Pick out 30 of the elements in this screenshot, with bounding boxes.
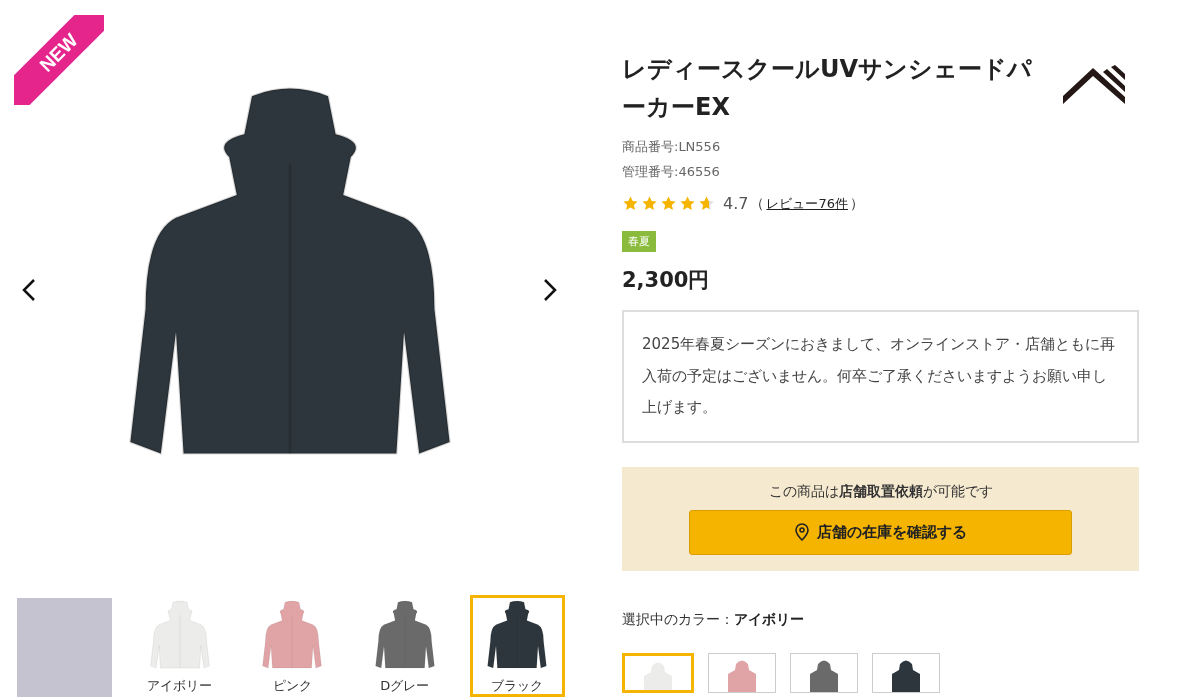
selected-color: アイボリー [734,610,804,629]
store-message: この商品は店舗取置依頼が可能です [768,482,993,501]
color-swatch[interactable] [790,652,858,693]
color-swatch[interactable] [708,652,776,693]
color-label: 選択中のカラー： [622,610,734,629]
star-icon [622,195,639,212]
price: 2,300円 [622,267,711,294]
color-swatch[interactable] [622,652,694,693]
map-pin-icon [794,523,809,541]
product-title: レディースクールUVサンシェードパーカーEX [622,54,1034,123]
chevron-right-icon [543,278,557,302]
parenthesis: （ [750,194,765,213]
star-icon [698,195,715,212]
star-icon [641,195,658,212]
rating-score: 4.7 [723,194,749,213]
thumbnail[interactable]: ブラック [469,595,565,697]
thumbnail[interactable]: ピンク [244,595,340,697]
product-number: 商品番号:LN556 [622,138,722,156]
thumbnail[interactable]: アイボリー [132,595,228,697]
check-stock-button[interactable]: 店舗の在庫を確認する [689,509,1072,555]
thumbnail[interactable]: Dグレー [357,595,453,697]
chevron-left-icon [22,278,36,302]
reviews-link[interactable]: レビュー76件 [766,194,848,213]
restock-notice: 2025年春夏シーズンにおきまして、オンラインストア・店舗ともに再入荷の予定はございません。何卒ご了承くださいますようお願い申し上げます。 [622,310,1139,443]
star-icon [679,195,696,212]
star-icon [660,195,677,212]
parenthesis: ） [850,194,864,213]
season-tag: 春夏 [622,231,656,252]
management-number: 管理番号:46556 [622,163,721,181]
color-swatch[interactable] [872,652,940,693]
